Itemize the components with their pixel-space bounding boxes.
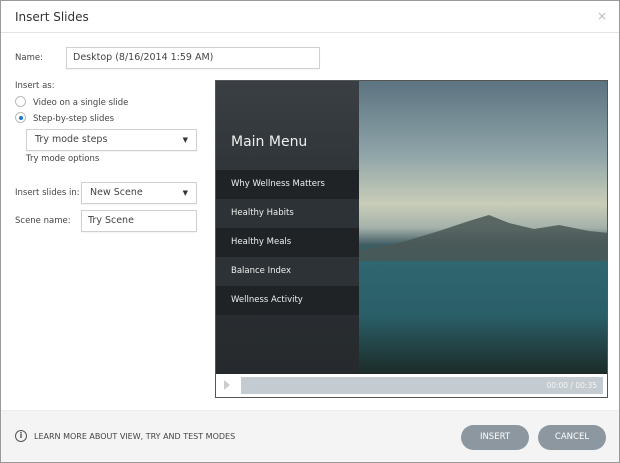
chevron-down-icon: ▼ [182,136,188,144]
scene-name-input[interactable]: Try Scene [81,210,197,232]
try-mode-dropdown[interactable]: Try mode steps ▼ [26,129,197,151]
title-bar: Insert Slides × [1,1,619,33]
slide-preview: Main Menu Why Wellness Matters Healthy H… [215,80,608,398]
insert-in-dropdown[interactable]: New Scene ▼ [81,182,197,204]
insert-in-label: Insert slides in: [15,188,80,198]
cancel-button[interactable]: CANCEL [538,425,606,450]
dialog-title: Insert Slides [15,10,89,24]
menu-item[interactable]: Why Wellness Matters [216,170,359,199]
main-menu-panel: Main Menu Why Wellness Matters Healthy H… [216,81,359,374]
radio-video-label[interactable]: Video on a single slide [33,98,128,108]
radio-steps-label[interactable]: Step-by-step slides [33,114,114,124]
scene-name-label: Scene name: [15,216,71,226]
insert-as-label: Insert as: [15,81,55,91]
name-input[interactable]: Desktop (8/16/2014 1:59 AM) [66,47,320,69]
close-icon[interactable]: × [597,9,607,23]
info-icon: i [15,430,27,442]
menu-item[interactable]: Wellness Activity [216,286,359,315]
radio-video[interactable] [15,96,26,107]
time-readout: 00:00 / 00:35 [546,381,597,390]
footer: i LEARN MORE ABOUT VIEW, TRY AND TEST MO… [1,410,619,462]
learn-more-link[interactable]: LEARN MORE ABOUT VIEW, TRY AND TEST MODE… [34,432,235,441]
try-mode-options-link[interactable]: Try mode options [26,154,99,164]
insert-slides-dialog: Insert Slides × Name: Desktop (8/16/2014… [0,0,620,463]
menu-item[interactable]: Balance Index [216,257,359,286]
progress-track[interactable]: 00:00 / 00:35 [241,377,603,394]
insert-button[interactable]: INSERT [461,425,529,450]
try-mode-value: Try mode steps [35,134,108,145]
play-icon[interactable] [224,380,230,390]
radio-steps[interactable] [15,112,26,123]
playback-bar: 00:00 / 00:35 [216,374,607,397]
menu-item[interactable]: Healthy Meals [216,228,359,257]
main-menu-title: Main Menu [231,134,308,150]
name-label: Name: [15,53,43,63]
menu-item[interactable]: Healthy Habits [216,199,359,228]
insert-in-value: New Scene [90,187,143,198]
mountains-graphic [359,215,607,261]
chevron-down-icon: ▼ [182,189,188,197]
